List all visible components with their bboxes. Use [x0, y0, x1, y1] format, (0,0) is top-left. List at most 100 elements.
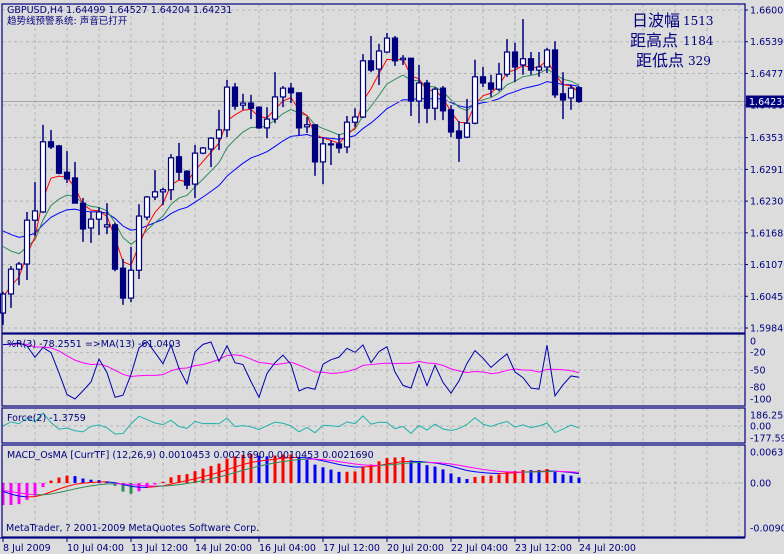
background — [0, 0, 784, 554]
candle-body-bear — [295, 92, 303, 129]
candle-body-bear — [231, 86, 239, 107]
macd-histogram-bar — [385, 458, 389, 483]
stat-value-from-low: 329 — [688, 54, 711, 68]
candle-body-bull — [415, 82, 423, 102]
time-tick-label: 14 Jul 20:00 — [195, 543, 252, 554]
stat-value-daily-range: 1513 — [683, 14, 714, 28]
alert-status: 趋势线预警系统: 声音已打开 — [7, 15, 128, 27]
macd-histogram-bar — [169, 477, 173, 483]
macd-histogram-bar — [73, 476, 77, 483]
time-tick-label: 24 Jul 20:00 — [579, 543, 636, 554]
macd-histogram-bar — [553, 471, 557, 483]
candle-body-bull — [167, 157, 175, 191]
wpr-legend: %R(3) -78.2551 =>MA(13) -61.0403 — [7, 339, 181, 350]
macd-histogram-bar — [193, 471, 197, 483]
macd-slow-segment — [498, 470, 508, 473]
price-tick-label: 1.64775 — [750, 69, 784, 80]
time-tick-label: 10 Jul 04:00 — [67, 543, 124, 554]
macd-histogram-bar — [361, 467, 365, 483]
wpr-tick-label: -80 — [750, 383, 766, 394]
wpr-tick-label: -100 — [750, 395, 772, 406]
candle-body-bull — [7, 268, 15, 295]
metatrader-chart[interactable]: 1.660051.653901.647751.641601.635301.629… — [0, 0, 784, 554]
candle-body-bull — [567, 87, 575, 99]
macd-histogram-bar — [417, 461, 421, 483]
macd-slow-segment — [402, 462, 412, 465]
candle-body-bull — [199, 147, 207, 154]
wpr-tick-label: -20 — [750, 348, 766, 359]
time-tick-label: 13 Jul 12:00 — [131, 543, 188, 554]
candle-body-bull — [399, 57, 407, 61]
macd-histogram-bar — [561, 474, 565, 483]
price-tick-label: 1.61070 — [750, 260, 784, 271]
macd-histogram-bar — [497, 474, 501, 483]
candle-body-bear — [447, 109, 455, 133]
candle-body-bear — [439, 87, 447, 112]
candle-body-bear — [63, 171, 71, 180]
candle — [111, 222, 119, 272]
macd-histogram-bar — [577, 477, 581, 483]
candle-body-bull — [431, 88, 439, 109]
candle-body-bull — [359, 60, 367, 118]
candle-body-bear — [559, 93, 567, 101]
force-tick-label: -177.595 — [750, 434, 784, 445]
candle-body-bull — [351, 116, 359, 123]
macd-histogram-bar — [33, 483, 37, 496]
candle-body-bull — [87, 218, 95, 229]
candle-body-bear — [391, 37, 399, 62]
time-tick-label: 22 Jul 04:00 — [451, 543, 508, 554]
candle-body-bear — [111, 224, 119, 270]
macd-histogram-bar — [345, 471, 349, 483]
macd-legend: MACD_OsMA [CurrTF] (12,26,9) 0.0010453 0… — [7, 450, 374, 461]
candle-body-bear — [335, 143, 343, 149]
candle — [255, 106, 263, 129]
macd-histogram-bar — [161, 481, 165, 483]
candle-body-bull — [303, 124, 311, 128]
macd-histogram-bar — [481, 475, 485, 483]
macd-slow-segment — [162, 485, 172, 487]
candle-body-bull — [471, 76, 479, 124]
candle-body-bear — [287, 87, 295, 94]
candle-body-bull — [127, 269, 135, 299]
price-tick-label: 1.62915 — [750, 165, 784, 176]
macd-slow-segment — [386, 463, 396, 466]
macd-signal-segment — [362, 466, 372, 468]
macd-histogram-bar — [225, 458, 229, 483]
force-tick-label: 0.00 — [750, 422, 771, 433]
candle — [199, 146, 207, 155]
macd-tick-label: -0.00906 — [750, 524, 784, 535]
candle-body-bull — [239, 102, 247, 106]
candle — [143, 195, 151, 221]
macd-histogram-bar — [313, 464, 317, 483]
price-tick-label: 1.60455 — [750, 292, 784, 303]
candle-body-bull — [383, 37, 391, 53]
price-tick-label: 1.65390 — [750, 37, 784, 48]
candle-body-bear — [575, 87, 583, 103]
macd-histogram-bar — [569, 475, 573, 483]
candle-body-bear — [511, 51, 519, 68]
macd-tick-label: 0.00630 — [750, 448, 784, 459]
candle — [447, 105, 455, 138]
candle-body-bull — [39, 141, 47, 213]
macd-histogram-bar — [297, 457, 301, 483]
candle-body-bear — [407, 57, 415, 102]
macd-histogram-bar — [377, 461, 381, 483]
candle-body-bull — [207, 137, 215, 150]
macd-signal-segment — [482, 472, 492, 474]
stats-panel: 日波幅 1513 距高点 1184 距低点 329 — [630, 11, 714, 70]
macd-histogram-bar — [49, 480, 53, 483]
time-tick-label: 8 Jul 2009 — [3, 543, 51, 554]
macd-tick-label: 0.00 — [750, 479, 771, 490]
macd-histogram-bar — [409, 460, 413, 483]
stat-label-from-low: 距低点 — [636, 51, 684, 70]
macd-histogram-bar — [41, 483, 45, 488]
macd-signal-segment — [146, 486, 156, 488]
candle-body-bear — [367, 60, 375, 71]
candle-body-bear — [479, 76, 487, 84]
macd-histogram-bar — [25, 483, 29, 500]
copyright: MetaTrader, ? 2001-2009 MetaQuotes Softw… — [6, 523, 259, 534]
price-tick-label: 1.66005 — [750, 6, 784, 17]
wpr-tick-label: -50 — [750, 366, 766, 377]
macd-histogram-bar — [217, 463, 221, 483]
macd-histogram-bar — [321, 467, 325, 483]
